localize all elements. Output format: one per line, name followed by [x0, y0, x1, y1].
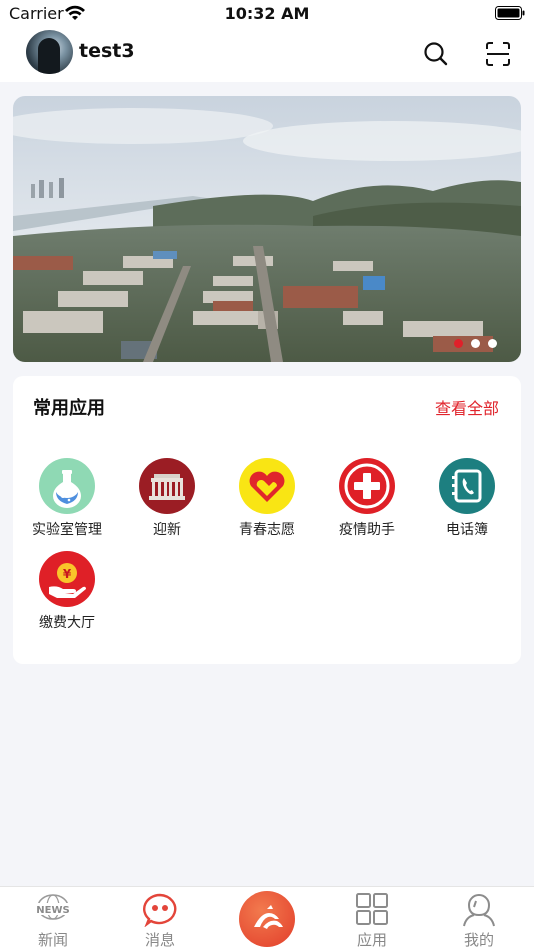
home-logo-icon — [254, 905, 283, 929]
app-freshman-welcome[interactable]: 迎新 — [117, 458, 217, 539]
tab-apps[interactable]: 应用 — [332, 887, 412, 950]
tab-profile[interactable]: 我的 — [439, 887, 519, 950]
tab-news[interactable]: NEWS 新闻 — [13, 887, 93, 950]
flask-icon — [39, 458, 95, 514]
status-bar: Carrier 10:32 AM — [0, 0, 534, 28]
news-icon: NEWS — [36, 894, 70, 920]
tab-label: 消息 — [144, 931, 175, 949]
tab-messages[interactable]: 消息 — [120, 887, 200, 950]
avatar[interactable] — [26, 30, 73, 74]
carousel-dot[interactable] — [488, 339, 497, 348]
app-label: 电话簿 — [446, 522, 488, 538]
heart-hand-icon — [239, 458, 295, 514]
tab-label: 我的 — [463, 931, 494, 949]
tab-label: 应用 — [356, 931, 387, 949]
search-icon[interactable] — [422, 40, 450, 68]
campus-aerial-image — [13, 96, 521, 362]
battery-icon — [495, 6, 525, 20]
app-label: 迎新 — [153, 522, 181, 538]
section-title: 常用应用 — [33, 398, 105, 419]
common-apps-card: 常用应用 查看全部 实验室管理 迎新 青春志愿 疫情助手 电话簿 ¥ 缴费大厅 — [13, 376, 521, 664]
app-youth-volunteer[interactable]: 青春志愿 — [217, 458, 317, 539]
payment-hand-icon: ¥ — [39, 551, 95, 607]
svg-text:¥: ¥ — [63, 567, 72, 581]
message-icon — [143, 893, 177, 927]
app-label: 实验室管理 — [32, 522, 102, 538]
tab-home-center[interactable] — [239, 891, 295, 947]
scan-icon[interactable] — [484, 40, 512, 68]
app-header: test3 — [0, 28, 534, 82]
app-payment-hall[interactable]: ¥ 缴费大厅 — [17, 551, 117, 632]
tab-label: 新闻 — [37, 931, 68, 949]
carousel-dot[interactable] — [471, 339, 480, 348]
svg-text:NEWS: NEWS — [36, 905, 69, 916]
phonebook-icon — [439, 458, 495, 514]
app-epidemic-assistant[interactable]: 疫情助手 — [317, 458, 417, 539]
view-all-link[interactable]: 查看全部 — [435, 395, 499, 419]
medical-cross-icon — [339, 458, 395, 514]
username: test3 — [79, 40, 135, 62]
app-label: 缴费大厅 — [39, 615, 95, 631]
clock: 10:32 AM — [224, 4, 310, 23]
app-phonebook[interactable]: 电话簿 — [417, 458, 517, 539]
app-lab-management[interactable]: 实验室管理 — [17, 458, 117, 539]
carousel-dots — [454, 339, 497, 348]
grid-icon — [356, 893, 388, 925]
carousel-dot[interactable] — [454, 339, 463, 348]
app-label: 青春志愿 — [239, 522, 295, 538]
bottom-tab-bar: NEWS 新闻 消息 应用 我的 — [0, 886, 534, 950]
app-label: 疫情助手 — [339, 522, 395, 538]
banner-carousel[interactable] — [13, 96, 521, 362]
campus-gate-icon — [139, 458, 195, 514]
profile-icon — [463, 893, 495, 927]
